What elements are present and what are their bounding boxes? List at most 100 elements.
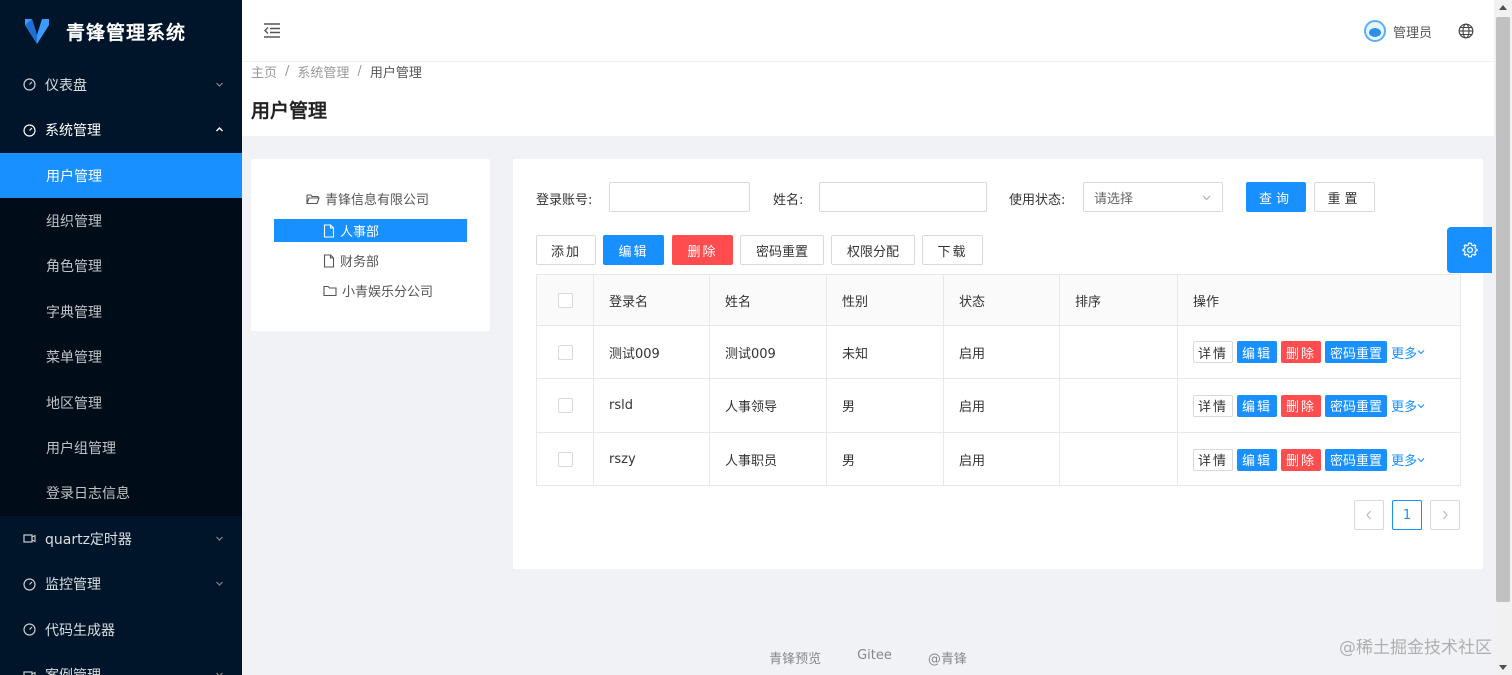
query-button[interactable]: 查询 [1246,182,1306,212]
cell-status: 启用 [944,326,1060,378]
row-checkbox[interactable] [557,398,573,413]
app-logo-area[interactable]: 青锋管理系统 [0,0,242,62]
detail-button[interactable]: 详情 [1193,394,1234,417]
row-edit-button[interactable]: 编辑 [1237,394,1278,417]
cell-name: 人事职员 [710,433,827,486]
menu-cases[interactable]: 案例管理 [0,653,242,675]
user-table: 登录名 姓名 性别 状态 排序 操作 测试009 测试009 未知 启用 详情 … [536,274,1461,486]
footer-link-preview[interactable]: 青锋预览 [769,648,821,667]
pagination-next[interactable] [1430,500,1460,530]
row-edit-button[interactable]: 编辑 [1237,341,1278,363]
chevron-up-icon [216,127,223,132]
sidebar-item-user-management[interactable]: 用户管理 [0,153,242,199]
sidebar-item-menu-management[interactable]: 菜单管理 [0,335,242,380]
download-button[interactable]: 下载 [922,235,983,265]
row-reset-password-button[interactable]: 密码重置 [1325,341,1388,363]
footer-link-author[interactable]: @青锋 [928,648,967,667]
sidebar-item-dict-management[interactable]: 字典管理 [0,289,242,334]
user-list-card: 登录账号: 姓名: 使用状态: 请选择 查询 重置 添加 编辑 删除 密码重置 … [513,159,1483,569]
tree-node-hr[interactable]: 人事部 [274,219,467,242]
permission-button[interactable]: 权限分配 [831,235,915,265]
status-select-placeholder: 请选择 [1094,191,1134,207]
detail-button[interactable]: 详情 [1193,341,1234,363]
sidebar-item-org-management[interactable]: 组织管理 [0,198,242,243]
sidebar-item-login-log[interactable]: 登录日志信息 [0,471,242,516]
pagination-page[interactable]: 1 [1392,500,1422,530]
footer-link-gitee[interactable]: Gitee [857,648,892,667]
add-button[interactable]: 添加 [536,235,596,265]
menu-monitor[interactable]: 监控管理 [0,562,242,608]
watermark: @稀土掘金技术社区 [1339,638,1492,658]
menu-dashboard[interactable]: 仪表盘 [0,62,242,108]
row-edit-button[interactable]: 编辑 [1237,448,1278,471]
org-tree-card: 青锋信息有限公司 人事部 财务部 小青娱乐分公司 [251,159,490,331]
chevron-down-icon [1202,195,1211,201]
sidebar-item-usergroup-management[interactable]: 用户组管理 [0,425,242,470]
tree-node-finance[interactable]: 财务部 [323,249,379,272]
more-dropdown[interactable]: 更多 [1391,396,1425,415]
dashboard-icon [22,123,36,137]
edit-button[interactable]: 编辑 [603,235,664,265]
more-label: 更多 [1391,454,1418,469]
menu-system[interactable]: 系统管理 [0,108,242,154]
account-input[interactable] [609,182,750,212]
row-checkbox[interactable] [557,452,573,467]
status-label: 使用状态: [1009,193,1066,208]
cell-gender: 男 [827,433,944,486]
row-reset-password-button[interactable]: 密码重置 [1325,448,1388,471]
tree-node-branch[interactable]: 小青娱乐分公司 [323,279,433,302]
chevron-down-icon [1417,457,1425,462]
column-status: 状态 [944,275,1060,325]
globe-icon[interactable] [1458,23,1474,39]
scroll-up-arrow[interactable] [1499,5,1507,10]
menu-codegen[interactable]: 代码生成器 [0,607,242,653]
status-select[interactable]: 请选择 [1083,182,1223,212]
cell-sort [1060,433,1178,486]
select-all-checkbox[interactable] [557,292,573,308]
breadcrumb-system[interactable]: 系统管理 [297,62,349,81]
table-row: rszy 人事职员 男 启用 详情 编辑 删除 密码重置 更多 [537,433,1460,486]
dashboard-icon [22,577,36,591]
breadcrumb-home[interactable]: 主页 [251,62,277,81]
cell-gender: 未知 [827,326,944,378]
pagination-prev[interactable] [1354,500,1384,530]
more-dropdown[interactable]: 更多 [1391,450,1425,469]
menu-quartz-label: quartz定时器 [45,531,132,548]
scroll-down-arrow[interactable] [1499,665,1507,670]
user-menu[interactable]: 管理员 [1363,20,1432,42]
sidebar-item-role-management[interactable]: 角色管理 [0,244,242,289]
row-delete-button[interactable]: 删除 [1281,394,1322,417]
row-delete-button[interactable]: 删除 [1281,448,1322,471]
detail-button[interactable]: 详情 [1193,448,1234,471]
tree-node-root[interactable]: 青锋信息有限公司 [306,187,429,210]
cell-status: 启用 [944,433,1060,486]
settings-button[interactable] [1447,227,1492,273]
footer: 青锋预览 Gitee @青锋 [242,648,1494,667]
row-delete-button[interactable]: 删除 [1281,341,1322,363]
delete-button[interactable]: 删除 [672,235,733,265]
sidebar-item-region-management[interactable]: 地区管理 [0,380,242,425]
dashboard-icon [22,78,36,92]
scroll-thumb[interactable] [1496,17,1510,602]
cell-actions: 详情 编辑 删除 密码重置 更多 [1178,379,1460,432]
chevron-down-icon [216,672,223,675]
menu-quartz[interactable]: quartz定时器 [0,516,242,562]
name-input[interactable] [819,182,987,212]
row-checkbox[interactable] [557,344,573,360]
folder-icon [323,285,337,296]
submenu-system: 用户管理 组织管理 角色管理 字典管理 菜单管理 地区管理 用户组管理 登录日志… [0,153,242,517]
menu-system-label: 系统管理 [45,123,101,140]
cell-gender: 男 [827,379,944,432]
cell-sort [1060,326,1178,378]
cell-login: rszy [594,433,710,486]
more-dropdown[interactable]: 更多 [1391,343,1425,362]
column-gender: 性别 [827,275,944,325]
cell-sort [1060,379,1178,432]
menu-fold-icon[interactable] [263,21,281,39]
page-scrollbar[interactable] [1494,0,1512,675]
reset-button[interactable]: 重置 [1314,182,1375,212]
table-row: rsld 人事领导 男 启用 详情 编辑 删除 密码重置 更多 [537,379,1460,433]
menu-monitor-label: 监控管理 [45,577,101,594]
reset-password-button[interactable]: 密码重置 [740,235,824,265]
row-reset-password-button[interactable]: 密码重置 [1325,394,1388,417]
